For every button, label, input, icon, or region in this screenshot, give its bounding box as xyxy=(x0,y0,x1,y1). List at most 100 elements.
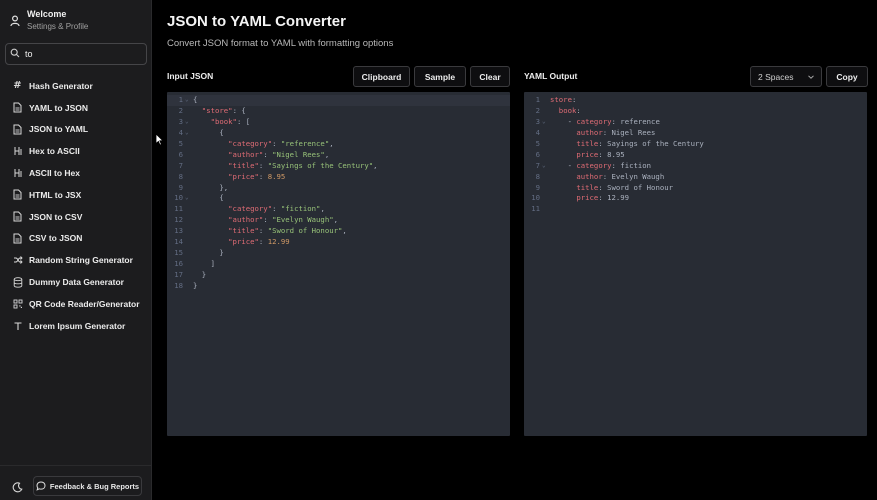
fold-chevron-icon[interactable]: ⌄ xyxy=(540,161,550,172)
line-number: 12 xyxy=(174,215,183,225)
sidebar-item-yaml-to-json[interactable]: YAML to JSON xyxy=(0,97,151,119)
sidebar-item-hash-generator[interactable]: # Hash Generator xyxy=(0,75,151,97)
message-icon xyxy=(36,481,46,491)
sidebar-item-qr-code-reader-generator[interactable]: QR Code Reader/Generator xyxy=(0,293,151,315)
code-line: 6 price: 8.95 xyxy=(524,150,867,161)
code-text: "store": { xyxy=(193,106,246,117)
code-token: author xyxy=(576,127,603,137)
code-token: : { xyxy=(232,105,246,115)
code-text: { xyxy=(193,95,197,106)
sidebar-item-ascii-to-hex[interactable]: ASCII to Hex xyxy=(0,162,151,184)
json-input-editor[interactable]: 1 ⌄{2 "store": {3 ⌄ "book": [4 ⌄ {5 "catego… xyxy=(167,92,510,436)
sidebar-item-label: CSV to JSON xyxy=(29,233,83,244)
main-panel: JSON to YAML Converter Convert JSON form… xyxy=(152,0,877,500)
code-line: 16 ] xyxy=(167,259,510,270)
code-line: 13 "title": "Sword of Honour", xyxy=(167,226,510,237)
code-token: : 8.95 xyxy=(598,149,625,159)
code-token: price xyxy=(576,193,599,203)
code-text: "title": "Sword of Honour", xyxy=(193,226,347,237)
theme-toggle-icon[interactable] xyxy=(12,480,24,493)
code-token: "author" xyxy=(228,215,264,225)
fold-chevron-icon[interactable]: ⌄ xyxy=(183,128,193,139)
code-line: 4 ⌄ { xyxy=(167,128,510,139)
code-line: 15 } xyxy=(167,248,510,259)
code-token: author xyxy=(576,171,603,181)
code-text: author: Nigel Rees xyxy=(550,128,655,139)
code-token: } xyxy=(193,248,224,258)
code-text: "title": "Sayings of the Century", xyxy=(193,160,377,172)
code-token: "fiction" xyxy=(280,204,321,214)
code-token: "reference" xyxy=(280,138,330,148)
line-number: 7 xyxy=(178,160,183,170)
sidebar-item-hex-to-ascii[interactable]: Hex to ASCII xyxy=(0,140,151,162)
code-token: , xyxy=(329,138,334,148)
code-token: "price" xyxy=(228,171,259,181)
sidebar-item-lorem-ipsum-generator[interactable]: Lorem Ipsum Generator xyxy=(0,315,151,337)
page-title: JSON to YAML Converter xyxy=(167,13,346,30)
sidebar-item-csv-to-json[interactable]: CSV to JSON xyxy=(0,228,151,250)
yaml-code: 1 store: 2 book: 3 ⌄ - category: reference 4 … xyxy=(524,92,867,215)
user-icon xyxy=(9,14,21,28)
code-token: : xyxy=(272,138,281,148)
input-json-label: Input JSON xyxy=(167,71,214,81)
indent-select[interactable]: 2 Spaces xyxy=(750,66,822,87)
code-token: } xyxy=(193,280,198,290)
line-number: 1 xyxy=(535,95,540,104)
sidebar-item-random-string-generator[interactable]: Random String Generator xyxy=(0,249,151,271)
code-line: 6 "author": "Nigel Rees", xyxy=(167,150,510,161)
sidebar-item-html-to-jsx[interactable]: HTML to JSX xyxy=(0,184,151,206)
code-token: "Sayings of the Century" xyxy=(267,160,374,170)
line-number: 9 xyxy=(178,182,183,192)
line-number: 6 xyxy=(178,149,183,159)
sidebar-item-json-to-yaml[interactable]: JSON to YAML xyxy=(0,119,151,141)
sidebar-item-json-to-csv[interactable]: JSON to CSV xyxy=(0,206,151,228)
profile-button[interactable]: Welcome Settings & Profile xyxy=(9,9,88,32)
code-token: - xyxy=(550,116,577,126)
code-text: "category": "fiction", xyxy=(193,204,325,215)
code-line: 12 "author": "Evelyn Waugh", xyxy=(167,215,510,226)
line-number: 3 xyxy=(535,116,540,126)
copy-button[interactable]: Copy xyxy=(826,66,868,87)
code-token: { xyxy=(193,193,224,203)
yaml-output-editor[interactable]: 1 store: 2 book: 3 ⌄ - category: reference 4 … xyxy=(524,92,867,436)
code-text: "author": "Nigel Rees", xyxy=(193,150,329,161)
code-text: "category": "reference", xyxy=(193,138,334,150)
clear-button[interactable]: Clear xyxy=(470,66,510,87)
code-line: 11 "category": "fiction", xyxy=(167,204,510,215)
search-input[interactable] xyxy=(25,49,135,59)
fold-chevron-icon[interactable]: ⌄ xyxy=(183,193,193,204)
file-icon xyxy=(12,233,23,244)
fold-chevron-icon[interactable]: ⌄ xyxy=(183,95,193,106)
code-line: 10 price: 12.99 xyxy=(524,193,867,204)
clipboard-button[interactable]: Clipboard xyxy=(353,66,410,87)
file-icon xyxy=(12,211,23,222)
code-line: 3 ⌄ "book": [ xyxy=(167,117,510,128)
mouse-cursor-icon xyxy=(155,133,164,151)
fold-chevron-icon[interactable]: ⌄ xyxy=(183,117,193,128)
sidebar-item-dummy-data-generator[interactable]: Dummy Data Generator xyxy=(0,271,151,293)
sample-button[interactable]: Sample xyxy=(414,66,466,87)
fold-chevron-icon[interactable]: ⌄ xyxy=(540,117,550,128)
sidebar-item-label: ASCII to Hex xyxy=(29,168,81,179)
feedback-button[interactable]: Feedback & Bug Reports xyxy=(33,476,142,496)
code-token: : reference xyxy=(611,116,660,126)
sidebar-nav: # Hash Generator YAML to JSON JSON to YAML H… xyxy=(0,75,151,337)
